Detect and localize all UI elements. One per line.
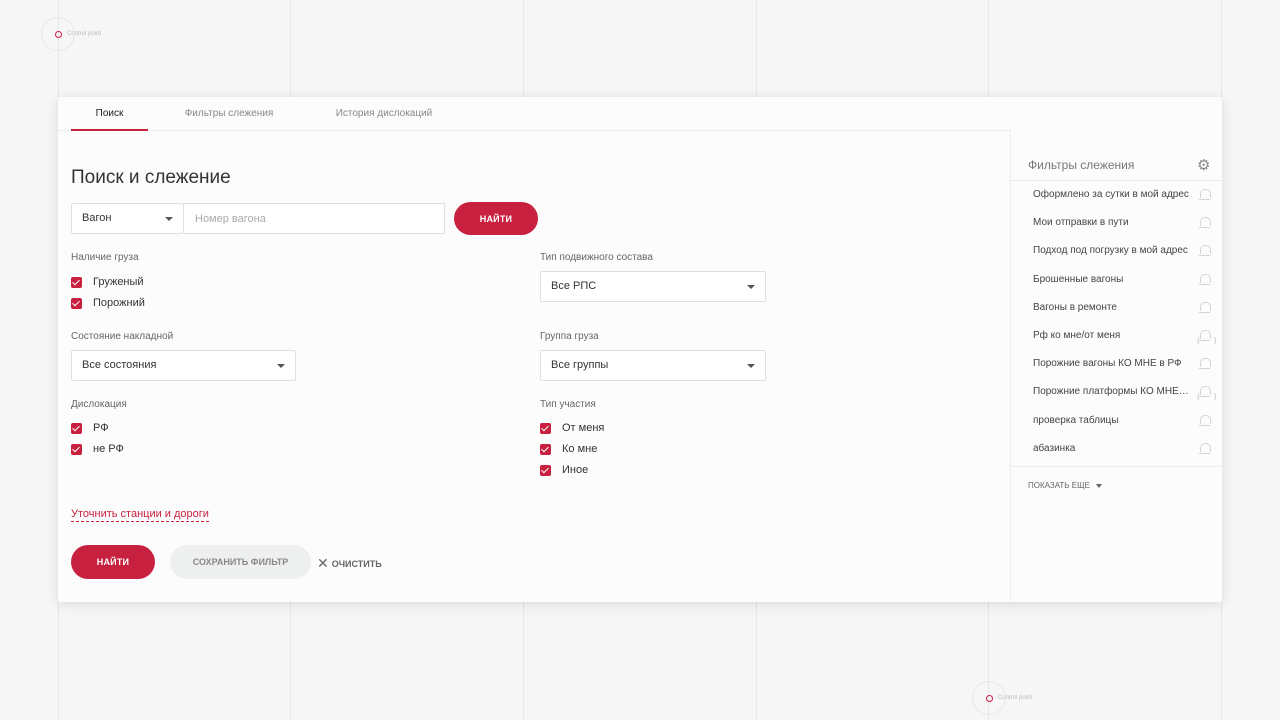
- search-row: Вагон НАЙТИ: [71, 202, 538, 235]
- caret-down-icon: [747, 364, 755, 368]
- checkbox-label: РФ: [93, 422, 109, 434]
- checkbox-label: Иное: [562, 464, 589, 476]
- sidebar-title: Фильтры слежения: [1028, 158, 1135, 172]
- caret-down-icon: [165, 217, 173, 221]
- clear-label: ОЧИСТИТЬ: [331, 558, 382, 569]
- filter-item[interactable]: Мои отправки в пути: [1011, 209, 1223, 237]
- checkbox-empty[interactable]: Порожний: [71, 297, 145, 309]
- checkbox-checked-icon: [71, 443, 82, 455]
- checkbox-label: Груженый: [93, 276, 144, 288]
- rolling-stock-label: Тип подвижного состава: [540, 252, 653, 263]
- refine-stations-link[interactable]: Уточнить станции и дороги: [71, 508, 209, 522]
- checkbox-from-me[interactable]: От меня: [540, 422, 604, 434]
- checkbox-checked-icon: [540, 422, 551, 434]
- filter-item[interactable]: Порожние платформы КО МНЕ на РФ: [1011, 378, 1223, 406]
- find-button-top[interactable]: НАЙТИ: [454, 202, 538, 235]
- checkbox-label: не РФ: [93, 443, 124, 455]
- control-point-top: Control point: [41, 17, 101, 51]
- filter-item-label: Вагоны в ремонте: [1033, 301, 1117, 313]
- page-title: Поиск и слежение: [71, 167, 231, 188]
- filter-item[interactable]: абазинка: [1011, 435, 1223, 463]
- filter-item-label: Подход под погрузку в мой адрес: [1033, 245, 1188, 257]
- gear-icon[interactable]: ⚙: [1197, 158, 1210, 173]
- bell-icon[interactable]: [1199, 245, 1211, 257]
- tab-dislocation-history[interactable]: История дислокаций: [326, 97, 442, 130]
- filter-item-label: Мои отправки в пути: [1033, 217, 1129, 229]
- filter-item[interactable]: проверка таблицы: [1011, 407, 1223, 435]
- checkbox-loaded[interactable]: Груженый: [71, 276, 144, 288]
- waybill-value: Все состояния: [82, 359, 157, 371]
- filter-item[interactable]: Подход под погрузку в мой адрес: [1011, 237, 1223, 265]
- search-type-select[interactable]: Вагон: [71, 203, 184, 234]
- checkbox-checked-icon: [71, 276, 82, 288]
- caret-down-icon: [747, 285, 755, 289]
- checkbox-label: От меня: [562, 422, 605, 434]
- checkbox-other[interactable]: Иное: [540, 464, 588, 476]
- checkbox-label: Ко мне: [562, 443, 598, 455]
- filter-item[interactable]: Брошенные вагоны: [1011, 266, 1223, 294]
- search-type-value: Вагон: [82, 212, 112, 224]
- bell-icon[interactable]: [1199, 358, 1211, 370]
- target-icon: [41, 17, 75, 51]
- cargo-label: Наличие груза: [71, 252, 139, 263]
- checkbox-rf[interactable]: РФ: [71, 422, 109, 434]
- clear-button[interactable]: ✕ ОЧИСТИТЬ: [317, 555, 382, 572]
- filter-item-label: Брошенные вагоны: [1033, 273, 1124, 285]
- filter-item-label: Порожние платформы КО МНЕ на РФ: [1033, 386, 1189, 398]
- close-icon: ✕: [317, 555, 329, 571]
- filter-item[interactable]: Порожние вагоны КО МНЕ в РФ: [1011, 350, 1223, 378]
- save-filter-button[interactable]: СОХРАНИТЬ ФИЛЬТР: [170, 545, 311, 579]
- rolling-stock-select[interactable]: Все РПС: [540, 271, 766, 302]
- participation-label: Тип участия: [540, 399, 596, 410]
- rolling-stock-value: Все РПС: [551, 280, 597, 292]
- checkbox-label: Порожний: [93, 297, 145, 309]
- find-button-bottom[interactable]: НАЙТИ: [71, 545, 155, 579]
- bell-icon[interactable]: [1199, 414, 1211, 426]
- tab-bar: Поиск Фильтры слежения История дислокаци…: [58, 97, 1010, 131]
- waybill-label: Состояние накладной: [71, 331, 174, 342]
- show-more-button[interactable]: ПОКАЗАТЬ ЕЩЕ: [1028, 481, 1102, 490]
- tab-search[interactable]: Поиск: [71, 97, 148, 131]
- filter-item[interactable]: Вагоны в ремонте: [1011, 294, 1223, 322]
- bell-icon[interactable]: [1199, 273, 1211, 285]
- checkbox-checked-icon: [71, 422, 82, 434]
- cargo-group-value: Все группы: [551, 359, 609, 371]
- bell-ringing-icon[interactable]: [1197, 327, 1223, 350]
- filter-item-label: Рф ко мне/от меня: [1033, 329, 1121, 341]
- filter-item[interactable]: Рф ко мне/от меня: [1011, 322, 1223, 350]
- sidebar-footer: ПОКАЗАТЬ ЕЩЕ: [1011, 466, 1223, 490]
- caret-down-icon: [277, 364, 285, 368]
- bell-icon[interactable]: [1199, 189, 1211, 200]
- filter-list: Оформлено за сутки в мой адрес Мои отпра…: [1011, 180, 1223, 463]
- checkbox-not-rf[interactable]: не РФ: [71, 443, 124, 455]
- tab-tracking-filters[interactable]: Фильтры слежения: [173, 97, 285, 130]
- tracking-filters-sidebar: Фильтры слежения ⚙ Оформлено за сутки в …: [1010, 130, 1223, 602]
- dislocation-label: Дислокация: [71, 399, 127, 410]
- wagon-number-input[interactable]: [184, 203, 445, 234]
- bell-ringing-icon[interactable]: [1197, 383, 1223, 406]
- bell-icon[interactable]: [1199, 301, 1211, 313]
- caret-down-icon: [1095, 483, 1102, 488]
- cargo-group-select[interactable]: Все группы: [540, 350, 766, 381]
- target-icon: [972, 681, 1006, 715]
- filter-item-label: Оформлено за сутки в мой адрес: [1033, 189, 1189, 200]
- checkbox-checked-icon: [540, 464, 551, 476]
- checkbox-checked-icon: [540, 443, 551, 455]
- filter-item-label: проверка таблицы: [1033, 414, 1119, 426]
- waybill-select[interactable]: Все состояния: [71, 350, 296, 381]
- cargo-group-label: Группа груза: [540, 331, 599, 342]
- filter-item-label: Порожние вагоны КО МНЕ в РФ: [1033, 358, 1182, 370]
- control-point-bottom: Control point: [972, 681, 1032, 715]
- checkbox-checked-icon: [71, 297, 82, 309]
- filter-item-label: абазинка: [1033, 442, 1076, 454]
- search-panel: Поиск Фильтры слежения История дислокаци…: [58, 97, 1223, 602]
- checkbox-to-me[interactable]: Ко мне: [540, 443, 597, 455]
- bell-icon[interactable]: [1199, 442, 1211, 454]
- show-more-label: ПОКАЗАТЬ ЕЩЕ: [1028, 481, 1090, 490]
- filter-item[interactable]: Оформлено за сутки в мой адрес: [1011, 181, 1223, 209]
- bell-icon[interactable]: [1199, 217, 1211, 229]
